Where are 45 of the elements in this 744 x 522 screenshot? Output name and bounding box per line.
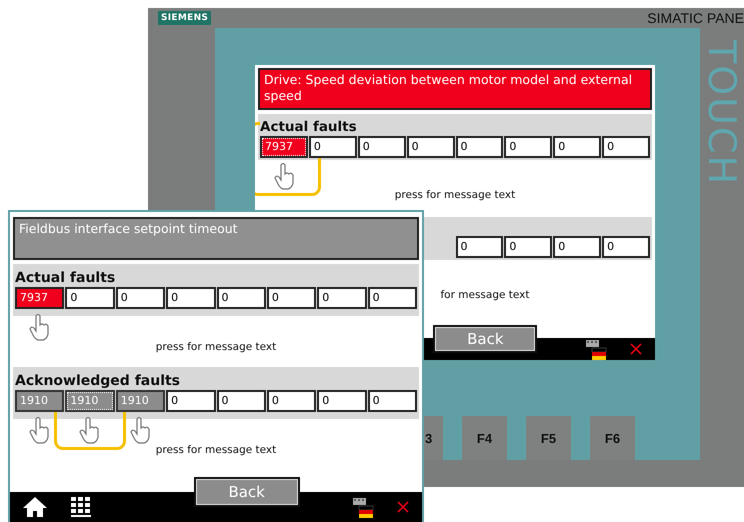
fault-code-field[interactable]: 0	[553, 236, 602, 258]
fault-code-field[interactable]: 0	[368, 390, 417, 412]
fault-code-field[interactable]: 0	[216, 287, 266, 309]
fault-code-field[interactable]: 0	[317, 287, 367, 309]
fault-code-field[interactable]: 0	[266, 287, 316, 309]
fault-code-field[interactable]: 0	[116, 287, 166, 309]
brand-logo: SIEMENS	[158, 11, 212, 25]
message-text: Drive: Speed deviation between motor model and external speed	[258, 68, 652, 110]
fault-code-field[interactable]: 0	[602, 136, 650, 158]
fault-code-field[interactable]: 7937	[15, 287, 64, 309]
model-name: SIMATIC PANE	[647, 10, 744, 26]
fault-code-field[interactable]: 0	[65, 287, 115, 309]
fault-code-field[interactable]: 7937	[260, 136, 308, 158]
flag-icon[interactable]	[585, 338, 607, 360]
hint-text: press for message text	[156, 444, 276, 456]
fault-code-field[interactable]: 0	[317, 390, 367, 412]
function-key[interactable]: 3	[424, 416, 443, 460]
close-icon[interactable]	[629, 342, 643, 356]
fault-code-field[interactable]: 0	[358, 136, 406, 158]
fault-code-field[interactable]: 0	[166, 287, 216, 309]
fault-code-field[interactable]: 0	[266, 390, 316, 412]
hint-text: for message text	[440, 289, 530, 301]
section-title: Acknowledged faults	[15, 372, 180, 390]
message-text: Fieldbus interface setpoint timeout	[13, 217, 419, 260]
fault-code-field[interactable]: 0	[368, 287, 417, 309]
fault-code-field[interactable]: 0	[553, 136, 602, 158]
section-title: Actual faults	[260, 119, 357, 136]
function-key[interactable]: F6	[590, 416, 635, 460]
fault-code-field[interactable]: 0	[504, 236, 552, 258]
function-key[interactable]: F4	[462, 416, 507, 460]
fault-code-field[interactable]: 0	[406, 136, 454, 158]
hint-text: press for message text	[394, 189, 516, 201]
flag-icon[interactable]	[352, 496, 374, 518]
fault-code-field[interactable]: 0	[602, 236, 650, 258]
fault-code-field[interactable]: 0	[308, 136, 357, 158]
fault-code-field[interactable]: 0	[456, 236, 504, 258]
fault-code-field[interactable]: 0	[456, 136, 504, 158]
fault-code-field[interactable]: 0	[166, 390, 216, 412]
fault-code-field[interactable]: 0	[216, 390, 266, 412]
function-key[interactable]: F5	[526, 416, 571, 460]
keypad-icon[interactable]	[70, 496, 92, 518]
home-icon[interactable]	[22, 496, 48, 518]
hint-text: press for message text	[156, 341, 276, 353]
fault-code-field[interactable]: 0	[504, 136, 552, 158]
close-icon[interactable]	[396, 500, 410, 514]
